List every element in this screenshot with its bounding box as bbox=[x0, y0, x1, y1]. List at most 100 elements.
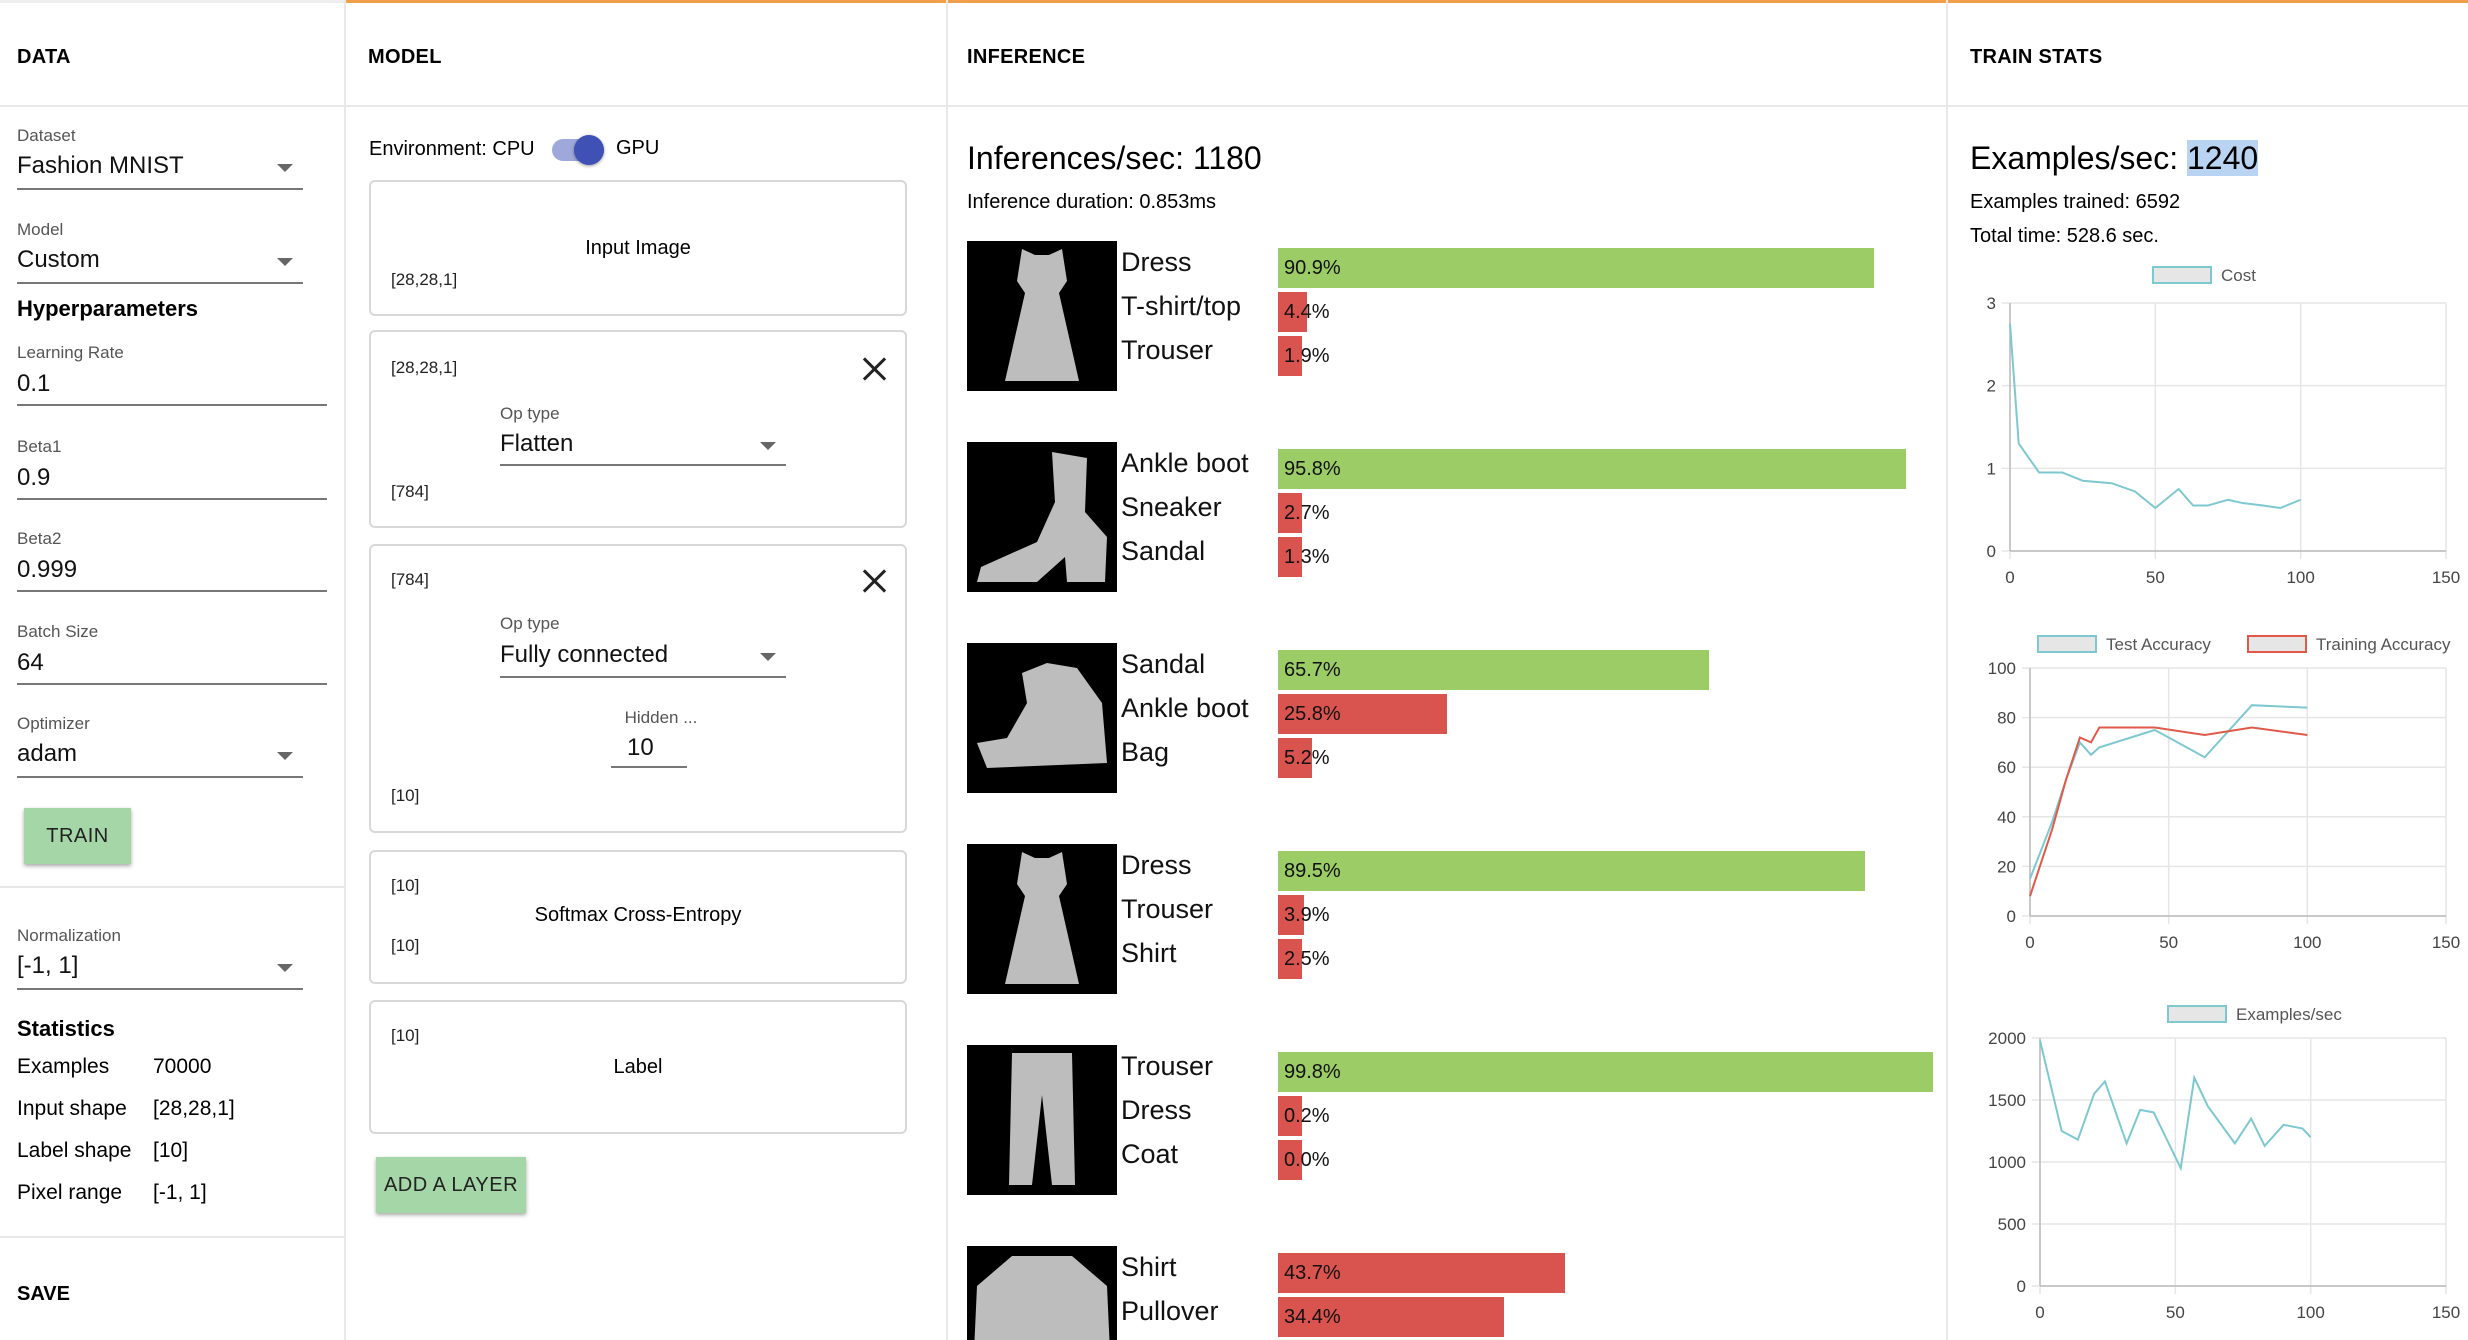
model-header-title: MODEL bbox=[368, 46, 442, 68]
sample-image-sandal bbox=[967, 643, 1117, 793]
x-tick-label: 0 bbox=[2005, 568, 2014, 587]
prediction-percent: 4.4% bbox=[1284, 301, 1330, 323]
dataset-value: Fashion MNIST bbox=[17, 152, 184, 179]
layer-card-input-image[interactable]: Input Image [28,28,1] bbox=[369, 180, 907, 316]
y-tick-label: 1500 bbox=[1988, 1091, 2026, 1110]
batch-size-value: 64 bbox=[17, 649, 44, 676]
layer-card-softmax[interactable]: [10] Softmax Cross-Entropy [10] bbox=[369, 850, 907, 984]
accuracy-chart: Test Accuracy Training Accuracy 0 50 100 150 0… bbox=[1988, 635, 2460, 952]
prediction-label: Trouser bbox=[1121, 335, 1214, 365]
divider bbox=[0, 1236, 344, 1238]
x-tick-label: 150 bbox=[2432, 933, 2460, 952]
divider bbox=[0, 886, 344, 888]
hidden-units-underline bbox=[611, 766, 687, 768]
op-type-label: Op type bbox=[500, 614, 560, 633]
stat-input-shape-value: [28,28,1] bbox=[153, 1097, 235, 1120]
normalization-select[interactable]: [-1, 1] bbox=[17, 950, 303, 990]
prediction-label: Pullover bbox=[1121, 1296, 1219, 1326]
layer-in-shape: [10] bbox=[391, 1026, 420, 1045]
learning-rate-input[interactable]: 0.1 bbox=[17, 368, 327, 408]
prediction-percent: 5.2% bbox=[1284, 747, 1330, 769]
dataset-select[interactable]: Fashion MNIST bbox=[17, 150, 303, 190]
train-button[interactable]: TRAIN bbox=[24, 808, 131, 864]
stat-pixel-range-value: [-1, 1] bbox=[153, 1181, 207, 1204]
beta1-value: 0.9 bbox=[17, 464, 51, 491]
prediction-bar bbox=[1278, 851, 1866, 891]
beta2-label: Beta2 bbox=[17, 529, 62, 548]
learning-rate-label: Learning Rate bbox=[17, 343, 124, 362]
add-layer-button[interactable]: ADD A LAYER bbox=[376, 1157, 526, 1213]
y-tick-label: 60 bbox=[1997, 758, 2016, 777]
layer-in-shape: [10] bbox=[391, 876, 420, 895]
prediction-percent: 1.9% bbox=[1284, 345, 1330, 367]
beta2-input[interactable]: 0.999 bbox=[17, 554, 327, 594]
prediction-percent: 65.7% bbox=[1284, 659, 1341, 681]
sample-image-dress bbox=[967, 844, 1117, 994]
model-value: Custom bbox=[17, 246, 100, 273]
chevron-down-icon bbox=[277, 964, 293, 972]
normalization-value: [-1, 1] bbox=[17, 952, 79, 979]
close-icon[interactable] bbox=[861, 568, 887, 594]
layer-title: Input Image bbox=[585, 237, 691, 259]
prediction-bar bbox=[1278, 248, 1875, 288]
layer-out-shape: [28,28,1] bbox=[391, 270, 458, 289]
stat-label-shape-value: [10] bbox=[153, 1139, 189, 1162]
statistics-title: Statistics bbox=[17, 1016, 115, 1041]
train-stats-column: TRAIN STATS Examples/sec: 1240 Examples … bbox=[1948, 0, 2468, 1340]
optimizer-value: adam bbox=[17, 740, 78, 767]
stat-examples-key: Examples bbox=[17, 1055, 110, 1078]
layer-card-fully-connected[interactable]: [784] Op type Fully connected Hidden ...… bbox=[369, 544, 907, 833]
stat-examples-value: 70000 bbox=[153, 1055, 212, 1078]
x-tick-label: 100 bbox=[2296, 1303, 2324, 1322]
normalization-underline bbox=[17, 988, 303, 990]
toggle-knob bbox=[574, 135, 604, 165]
data-header-title: DATA bbox=[17, 46, 71, 68]
close-icon[interactable] bbox=[861, 356, 887, 382]
sample-image-dress bbox=[967, 241, 1117, 391]
beta1-input[interactable]: 0.9 bbox=[17, 462, 327, 502]
prediction-label: Trouser bbox=[1121, 894, 1214, 924]
prediction-percent: 90.9% bbox=[1284, 257, 1341, 279]
y-tick-label: 0 bbox=[1987, 542, 1996, 561]
optimizer-select[interactable]: adam bbox=[17, 738, 303, 778]
y-tick-label: 20 bbox=[1997, 857, 2016, 876]
prediction-label: T-shirt/top bbox=[1121, 291, 1242, 321]
layer-card-label[interactable]: [10] Label bbox=[369, 1000, 907, 1134]
prediction-label: Shirt bbox=[1121, 1252, 1177, 1282]
prediction-label: Bag bbox=[1121, 737, 1170, 767]
legend-label: Test Accuracy bbox=[2106, 635, 2211, 654]
save-section-title[interactable]: SAVE bbox=[17, 1283, 70, 1306]
prediction-bar bbox=[1278, 650, 1709, 690]
cost-chart: Cost 0 50 100 150 0 1 2 3 bbox=[1987, 266, 2460, 587]
y-tick-label: 100 bbox=[1988, 659, 2016, 678]
chevron-down-icon bbox=[277, 258, 293, 266]
model-underline bbox=[17, 282, 303, 284]
op-type-select[interactable]: Fully connected bbox=[500, 639, 786, 679]
prediction-percent: 25.8% bbox=[1284, 703, 1341, 725]
prediction-label: Ankle boot bbox=[1121, 448, 1249, 478]
hidden-units-input[interactable]: 10 bbox=[611, 732, 687, 772]
prediction-bar bbox=[1278, 449, 1907, 489]
layer-in-shape: [28,28,1] bbox=[391, 358, 458, 377]
op-type-underline bbox=[500, 464, 786, 466]
prediction-percent: 95.8% bbox=[1284, 458, 1341, 480]
model-select[interactable]: Custom bbox=[17, 244, 303, 284]
sample-image-pullover bbox=[967, 1246, 1117, 1340]
layer-card-flatten[interactable]: [28,28,1] Op type Flatten [784] bbox=[369, 330, 907, 528]
x-tick-label: 50 bbox=[2159, 933, 2178, 952]
y-tick-label: 40 bbox=[1997, 808, 2016, 827]
prediction-percent: 89.5% bbox=[1284, 860, 1341, 882]
prediction-percent: 3.9% bbox=[1284, 904, 1330, 926]
inference-column: INFERENCE Inferences/sec: 1180 Inference… bbox=[948, 0, 1948, 1340]
x-tick-label: 0 bbox=[2035, 1303, 2044, 1322]
environment-toggle[interactable] bbox=[550, 134, 606, 166]
op-type-value: Flatten bbox=[500, 430, 574, 457]
batch-size-input[interactable]: 64 bbox=[17, 647, 327, 687]
op-type-select[interactable]: Flatten bbox=[500, 428, 786, 468]
sample-image-trouser bbox=[967, 1045, 1117, 1195]
chevron-down-icon bbox=[760, 653, 776, 661]
op-type-value: Fully connected bbox=[500, 641, 669, 668]
train-stats-header: TRAIN STATS bbox=[1948, 0, 2468, 107]
beta1-underline bbox=[17, 498, 327, 500]
legend-swatch bbox=[2167, 1005, 2227, 1023]
